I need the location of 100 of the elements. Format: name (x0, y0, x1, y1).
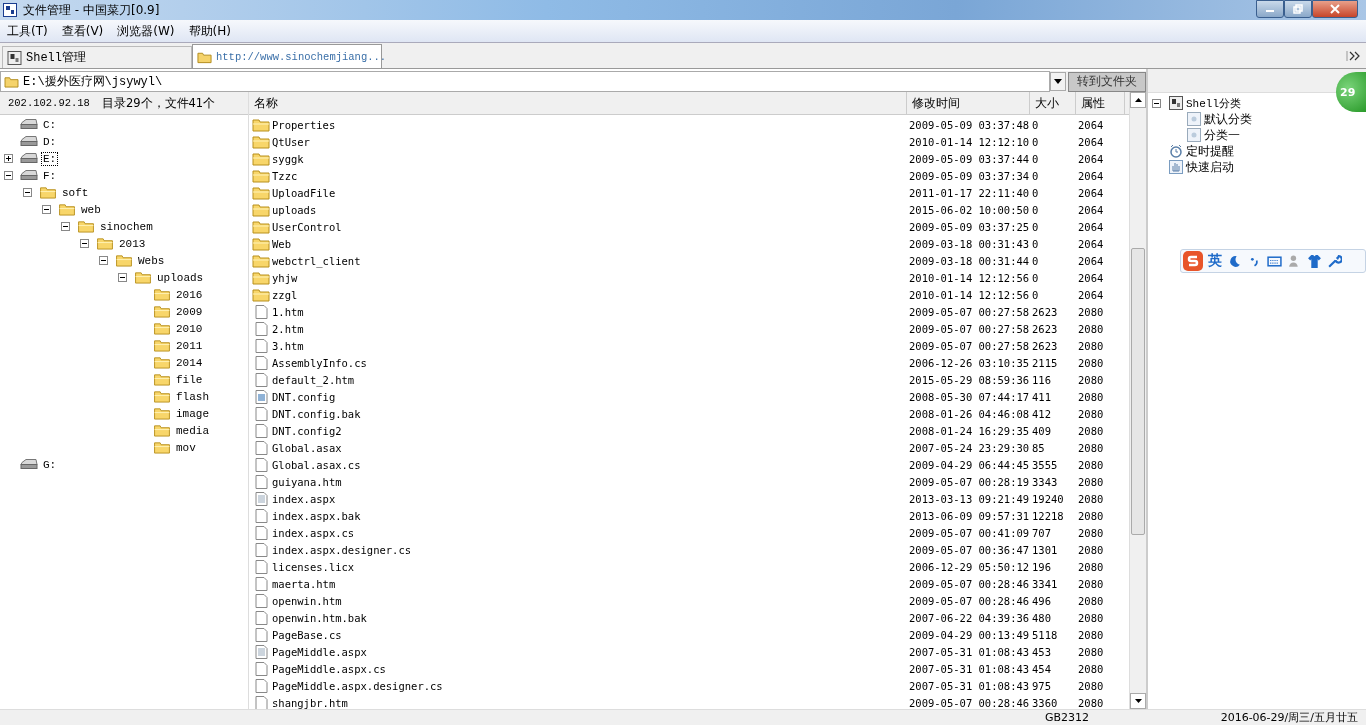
file-name[interactable]: UploadFile (272, 186, 336, 199)
tree-item[interactable]: 分类一 (1204, 126, 1240, 144)
file-name[interactable]: PageMiddle.aspx.cs (272, 662, 386, 675)
tree-item[interactable]: D: (41, 134, 59, 149)
file-name[interactable]: PageMiddle.aspx (272, 645, 367, 658)
logo-icon[interactable] (1183, 251, 1203, 271)
file-name[interactable]: index.aspx.bak (272, 509, 361, 522)
file-icon (252, 440, 270, 455)
expand-toggle-icon[interactable] (99, 256, 108, 265)
tree-item[interactable]: 2010 (174, 321, 205, 336)
tree-item[interactable]: E: (41, 151, 59, 166)
file-name[interactable]: 2.htm (272, 322, 304, 335)
file-name[interactable]: guiyana.htm (272, 475, 342, 488)
column-header[interactable]: 修改时间 (907, 92, 1030, 114)
expand-toggle-icon[interactable] (4, 171, 13, 180)
file-name[interactable]: openwin.htm (272, 594, 342, 607)
tree-item[interactable]: 快速启动 (1186, 158, 1234, 176)
menu-item[interactable]: 工具(T) (0, 22, 55, 40)
vertical-scrollbar[interactable] (1129, 92, 1146, 709)
input-mode[interactable]: 英 (1208, 252, 1222, 270)
app-icon (3, 3, 17, 17)
table-cell-text: 2080 (1077, 356, 1105, 369)
tree-item[interactable]: image (174, 406, 211, 421)
tree-item[interactable]: media (174, 423, 211, 438)
file-name[interactable]: Tzzc (272, 169, 298, 182)
scroll-down-icon[interactable] (1134, 699, 1142, 703)
file-name[interactable]: index.aspx (272, 492, 336, 505)
scroll-up-icon[interactable] (1134, 98, 1142, 102)
tree-item[interactable]: 定时提醒 (1186, 142, 1234, 160)
tree-item[interactable]: Shell分类 (1186, 95, 1241, 111)
tree-item[interactable]: 2016 (174, 287, 205, 302)
file-name[interactable]: uploads (272, 203, 317, 216)
tree-item[interactable]: 2009 (174, 304, 205, 319)
tree-item[interactable]: uploads (155, 270, 206, 285)
file-name[interactable]: Properties (272, 118, 336, 131)
column-header[interactable]: 属性 (1076, 92, 1125, 114)
file-name[interactable]: openwin.htm.bak (272, 611, 367, 624)
file-name[interactable]: syggk (272, 152, 304, 165)
tree-item[interactable]: flash (174, 389, 211, 404)
file-name[interactable]: index.aspx.cs (272, 526, 355, 539)
tree-item[interactable]: file (174, 372, 205, 387)
file-name[interactable]: QtUser (272, 135, 310, 148)
file-name[interactable]: webctrl_client (272, 254, 361, 267)
wrench-icon[interactable] (1327, 253, 1342, 269)
tree-item[interactable]: F: (41, 168, 59, 183)
file-name[interactable]: DNT.config (272, 390, 336, 403)
tree-item[interactable]: Webs (136, 253, 167, 268)
close-button[interactable] (1312, 0, 1358, 18)
file-name[interactable]: maerta.htm (272, 577, 336, 590)
expand-toggle-icon[interactable] (61, 222, 70, 231)
file-name[interactable]: DNT.config.bak (272, 407, 361, 420)
file-name[interactable]: UserControl (272, 220, 342, 233)
shirt-icon[interactable] (1307, 253, 1322, 269)
file-name[interactable]: Global.asax.cs (272, 458, 361, 471)
tree-item[interactable]: G: (41, 457, 59, 472)
file-name[interactable]: Web (272, 237, 291, 250)
expand-toggle-icon[interactable] (80, 239, 89, 248)
menu-item[interactable]: 帮助(H) (181, 22, 238, 40)
file-name[interactable]: Global.asax (272, 441, 342, 454)
file-name[interactable]: PageBase.cs (272, 628, 342, 641)
minimize-button[interactable] (1256, 0, 1284, 18)
file-name[interactable]: AssemblyInfo.cs (272, 356, 367, 369)
expand-toggle-icon[interactable] (23, 188, 32, 197)
tab[interactable]: Shell管理 (2, 46, 192, 68)
file-name[interactable]: DNT.config2 (272, 424, 342, 437)
expand-toggle-icon[interactable] (118, 273, 127, 282)
dropdown-button[interactable] (1050, 72, 1066, 91)
more-tabs-icon[interactable] (1346, 50, 1362, 62)
column-header[interactable]: 大小 (1030, 92, 1076, 114)
file-name[interactable]: yhjw (272, 271, 298, 284)
tree-item[interactable]: 2011 (174, 338, 205, 353)
tree-item[interactable]: mov (174, 440, 198, 455)
keyboard-icon[interactable] (1267, 253, 1282, 269)
tree-item[interactable]: web (79, 202, 103, 217)
tree-item[interactable]: 2014 (174, 355, 205, 370)
tree-item[interactable]: C: (41, 117, 59, 132)
expand-toggle-icon[interactable] (42, 205, 51, 214)
file-name[interactable]: shangjbr.htm (272, 696, 348, 709)
restore-button[interactable] (1284, 0, 1312, 18)
file-name[interactable]: index.aspx.designer.cs (272, 543, 412, 556)
tree-item[interactable]: sinochem (98, 219, 155, 234)
file-name[interactable]: 3.htm (272, 339, 304, 352)
table-cell-text: 2010-01-14 12:12:56 (908, 271, 1030, 284)
file-name[interactable]: licenses.licx (272, 560, 355, 573)
file-name[interactable]: PageMiddle.aspx.designer.cs (272, 679, 443, 692)
file-name[interactable]: default_2.htm (272, 373, 355, 386)
moon-icon[interactable] (1227, 253, 1242, 269)
go-to-folder-button[interactable]: 转到文件夹 (1068, 71, 1146, 92)
column-header[interactable]: 名称 (249, 92, 907, 114)
path-field[interactable]: E:\援外医疗网\jsywyl\ (0, 71, 1050, 92)
file-name[interactable]: 1.htm (272, 305, 304, 318)
tree-item[interactable]: soft (60, 185, 91, 200)
expand-toggle-icon[interactable] (1152, 98, 1161, 108)
tree-item[interactable]: 默认分类 (1204, 110, 1252, 128)
menu-item[interactable]: 查看(V) (54, 22, 111, 40)
menu-item[interactable]: 浏览器(W) (110, 22, 182, 40)
expand-toggle-icon[interactable] (4, 154, 13, 163)
tab[interactable]: http://www.sinochemjiang... (192, 44, 382, 68)
tree-item[interactable]: 2013 (117, 236, 148, 251)
file-name[interactable]: zzgl (272, 288, 298, 301)
